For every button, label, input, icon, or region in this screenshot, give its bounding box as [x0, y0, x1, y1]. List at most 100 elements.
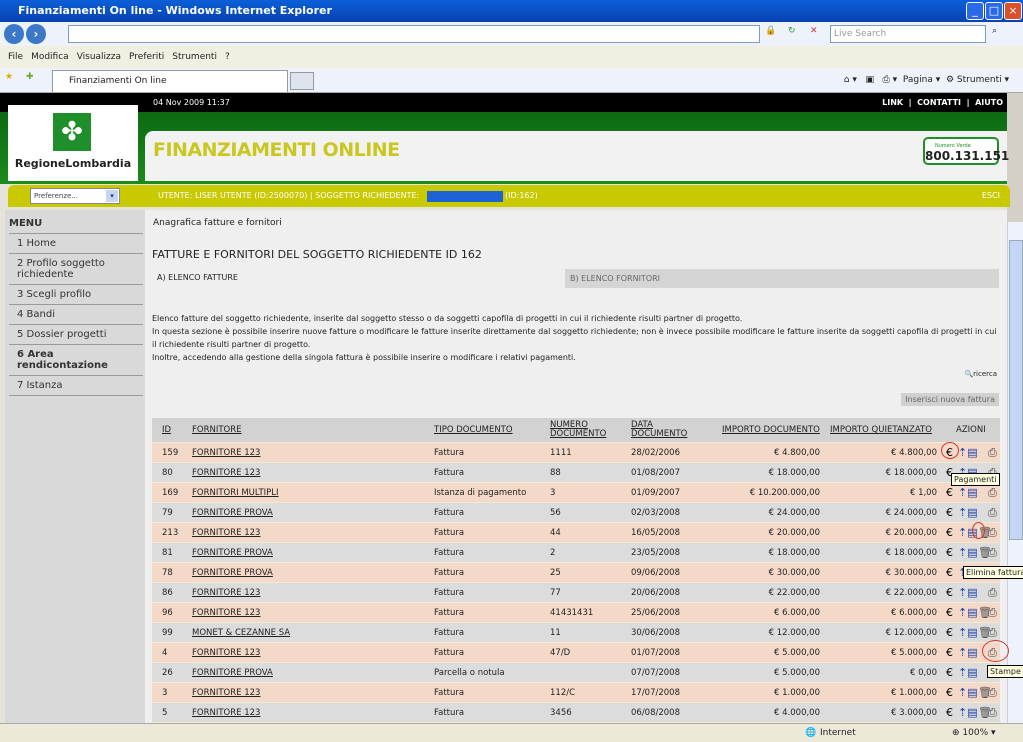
printer-icon[interactable]: ⎙ [988, 503, 997, 523]
euro-payments-icon[interactable]: € [946, 523, 953, 543]
sidebar-item[interactable]: 5 Dossier progetti [9, 325, 143, 345]
menu-file[interactable]: File [8, 52, 23, 62]
euro-payments-icon[interactable]: € [946, 543, 953, 563]
edit-invoice-icon[interactable]: ⇡▤ [958, 443, 978, 463]
printer-icon[interactable]: ⎙ [988, 543, 997, 563]
euro-payments-icon[interactable]: € [946, 703, 953, 723]
page-menu[interactable]: Pagina [903, 75, 933, 85]
euro-payments-icon[interactable]: € [946, 683, 953, 703]
edit-invoice-icon[interactable]: ⇡▤ [958, 683, 978, 703]
euro-payments-icon[interactable]: € [946, 603, 953, 623]
printer-icon[interactable]: ⎙ [988, 523, 997, 543]
col-data[interactable]: DATA DOCUMENTO [631, 421, 691, 439]
col-tipo[interactable]: TIPO DOCUMENTO [434, 426, 513, 435]
euro-payments-icon[interactable]: € [946, 663, 953, 683]
printer-icon[interactable]: ⎙ [988, 443, 997, 463]
scrollbar-thumb[interactable] [1009, 240, 1023, 540]
col-fornitore[interactable]: FORNITORE [192, 426, 242, 435]
new-tab-button[interactable] [290, 72, 314, 90]
link-aiuto[interactable]: AIUTO [975, 98, 1003, 107]
edit-invoice-icon[interactable]: ⇡▤ [958, 663, 978, 683]
col-importo-quiet[interactable]: IMPORTO QUIETANZATO [830, 426, 932, 435]
search-link[interactable]: 🔍ricerca [964, 370, 997, 378]
new-invoice-button[interactable]: Inserisci nuova fattura [901, 393, 999, 406]
menu-help[interactable]: ? [225, 52, 230, 62]
menu-modifica[interactable]: Modifica [31, 52, 69, 62]
printer-icon[interactable]: ⎙ [988, 703, 997, 723]
tab-elenco-fornitori[interactable]: B) ELENCO FORNITORI [565, 269, 999, 288]
euro-payments-icon[interactable]: € [946, 583, 953, 603]
forward-button[interactable]: › [26, 24, 46, 44]
sidebar-item[interactable]: 2 Profilo soggetto richiedente [9, 254, 143, 285]
cell-fornitore[interactable]: FORNITORE 123 [192, 583, 260, 603]
cell-fornitore[interactable]: FORNITORE 123 [192, 703, 260, 723]
tab-elenco-fatture[interactable]: A) ELENCO FATTURE [157, 273, 238, 282]
toll-free-number: Numero Verde 800.131.151 [923, 137, 1009, 165]
home-icon[interactable]: ⌂ ▾ [844, 75, 857, 85]
cell-fornitore[interactable]: FORNITORE 123 [192, 443, 260, 463]
cell-fornitore[interactable]: FORNITORE 123 [192, 463, 260, 483]
feeds-icon[interactable]: ▣ [865, 75, 874, 85]
cell-fornitore[interactable]: FORNITORE PROVA [192, 663, 273, 683]
printer-icon[interactable]: ⎙ [988, 603, 997, 623]
add-favorites-icon[interactable]: ✚ [26, 72, 34, 82]
zoom-control[interactable]: ⊕ 100% ▾ [952, 724, 996, 742]
favorites-star-icon[interactable]: ★ [5, 72, 13, 82]
col-importo-doc[interactable]: IMPORTO DOCUMENTO [722, 426, 820, 435]
cell-fornitore[interactable]: FORNITORE PROVA [192, 503, 273, 523]
menu-preferiti[interactable]: Preferiti [129, 52, 164, 62]
refresh-icon[interactable]: ↻ [788, 26, 796, 36]
print-icon[interactable]: ⎙ ▾ [883, 75, 898, 85]
printer-icon[interactable]: ⎙ [988, 583, 997, 603]
preferences-select[interactable]: Preferenze... ▾ [30, 188, 120, 204]
link-contatti[interactable]: CONTATTI [917, 98, 961, 107]
euro-payments-icon[interactable]: € [946, 623, 953, 643]
euro-payments-icon[interactable]: € [946, 483, 953, 503]
cell-fornitore[interactable]: FORNITORE PROVA [192, 563, 273, 583]
sidebar-item[interactable]: 3 Scegli profilo [9, 285, 143, 305]
cell-fornitore[interactable]: FORNITORI MULTIPLI [192, 483, 279, 503]
maximize-button[interactable]: □ [985, 2, 1003, 20]
cell-fornitore[interactable]: FORNITORE 123 [192, 643, 260, 663]
euro-payments-icon[interactable]: € [946, 643, 953, 663]
edit-invoice-icon[interactable]: ⇡▤ [958, 583, 978, 603]
edit-invoice-icon[interactable]: ⇡▤ [958, 543, 978, 563]
back-button[interactable]: ‹ [4, 24, 24, 44]
sidebar-item[interactable]: 6 Area rendicontazione [9, 345, 143, 376]
edit-invoice-icon[interactable]: ⇡▤ [958, 603, 978, 623]
tools-menu[interactable]: Strumenti [957, 75, 1002, 85]
edit-invoice-icon[interactable]: ⇡▤ [958, 643, 978, 663]
stop-icon[interactable]: ✕ [810, 26, 818, 36]
sidebar-item[interactable]: 4 Bandi [9, 305, 143, 325]
edit-invoice-icon[interactable]: ⇡▤ [958, 503, 978, 523]
euro-payments-icon[interactable]: € [946, 503, 953, 523]
minimize-button[interactable]: _ [966, 2, 984, 20]
edit-invoice-icon[interactable]: ⇡▤ [958, 703, 978, 723]
edit-invoice-icon[interactable]: ⇡▤ [958, 623, 978, 643]
printer-icon[interactable]: ⎙ [988, 483, 997, 503]
cell-id: 86 [162, 588, 173, 598]
euro-payments-icon[interactable]: € [946, 563, 953, 583]
cell-fornitore[interactable]: FORNITORE 123 [192, 603, 260, 623]
menu-visualizza[interactable]: Visualizza [77, 52, 121, 62]
link-link[interactable]: LINK [882, 98, 903, 107]
logout-link[interactable]: ESCI [982, 185, 1000, 207]
regione-lombardia-logo[interactable]: ✤ RegioneLombardia [8, 105, 138, 181]
search-icon[interactable]: ⌕ [992, 26, 997, 36]
close-button[interactable]: × [1004, 2, 1022, 20]
address-bar[interactable] [68, 25, 760, 43]
cell-fornitore[interactable]: FORNITORE 123 [192, 683, 260, 703]
sidebar-item[interactable]: 1 Home [9, 234, 143, 254]
edit-invoice-icon[interactable]: ⇡▤ [958, 483, 978, 503]
printer-icon[interactable]: ⎙ [988, 683, 997, 703]
cell-fornitore[interactable]: FORNITORE PROVA [192, 543, 273, 563]
search-input[interactable]: Live Search [830, 25, 986, 43]
col-numero[interactable]: NUMERO DOCUMENTO [550, 421, 610, 439]
cell-fornitore[interactable]: MONET & CEZANNE SA [192, 623, 290, 643]
col-id[interactable]: ID [162, 426, 171, 435]
page-scrollbar[interactable] [1007, 222, 1023, 723]
sidebar-item[interactable]: 7 Istanza [9, 376, 143, 396]
menu-strumenti[interactable]: Strumenti [172, 52, 217, 62]
browser-tab[interactable]: Finanziamenti On line [52, 70, 288, 92]
cell-fornitore[interactable]: FORNITORE 123 [192, 523, 260, 543]
